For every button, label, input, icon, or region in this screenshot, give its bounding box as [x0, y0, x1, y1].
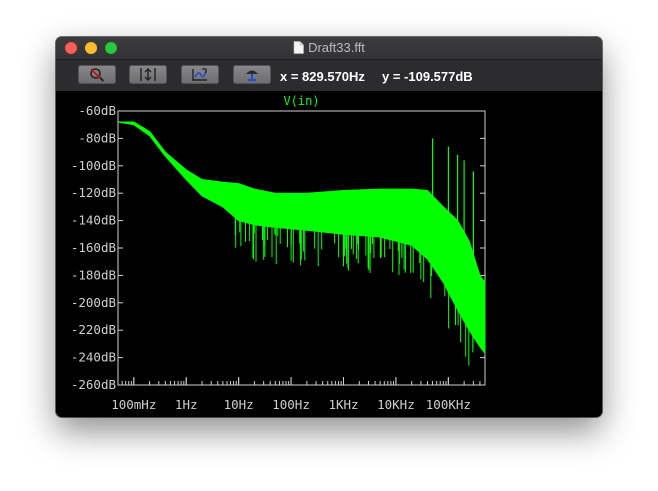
window-title: Draft33.fft — [56, 40, 602, 55]
fft-window: Draft33.fft x = 829.570Hz y = -109.577dB… — [56, 37, 602, 417]
x-tick-label: 10Hz — [224, 397, 254, 412]
x-tick-label: 1KHz — [328, 397, 358, 412]
x-tick-label: 100mHz — [111, 397, 156, 412]
y-tick-label: -220dB — [71, 322, 116, 337]
paste-marker-icon — [246, 70, 258, 81]
zoom-cancel-button[interactable] — [78, 65, 116, 84]
y-tick-label: -140dB — [71, 213, 116, 228]
window-title-text: Draft33.fft — [308, 40, 365, 55]
x-tick-label: 100KHz — [426, 397, 471, 412]
y-tick-label: -160dB — [71, 240, 116, 255]
y-tick-label: -100dB — [71, 158, 116, 173]
zoom-cancel-icon — [90, 68, 105, 82]
autorange-horizontal-icon — [192, 68, 207, 81]
x-tick-label: 10KHz — [377, 397, 415, 412]
autorange-vertical-icon — [140, 68, 156, 81]
trace-name-label: V(in) — [283, 94, 319, 108]
cursor-y-readout: y = -109.577dB — [382, 69, 473, 84]
x-tick-label: 1Hz — [175, 397, 198, 412]
cursor-x-readout: x = 829.570Hz — [280, 69, 365, 84]
fft-plot[interactable]: V(in) -60dB -80dB -100dB -120dB -140dB -160dB -… — [56, 91, 602, 417]
x-tick-label: 100Hz — [272, 397, 310, 412]
y-tick-label: -240dB — [71, 350, 116, 365]
title-bar[interactable]: Draft33.fft — [56, 37, 602, 60]
y-tick-label: -200dB — [71, 295, 116, 310]
paste-marker-button[interactable] — [233, 65, 271, 84]
y-tick-label: -120dB — [71, 185, 116, 200]
y-tick-label: -260dB — [71, 377, 116, 392]
autorange-horizontal-button[interactable] — [181, 65, 219, 84]
autorange-vertical-button[interactable] — [129, 65, 167, 84]
y-tick-label: -180dB — [71, 267, 116, 282]
y-tick-label: -80dB — [78, 130, 116, 145]
document-icon — [293, 41, 304, 54]
y-tick-label: -60dB — [78, 103, 116, 118]
toolbar: x = 829.570Hz y = -109.577dB — [56, 60, 602, 91]
